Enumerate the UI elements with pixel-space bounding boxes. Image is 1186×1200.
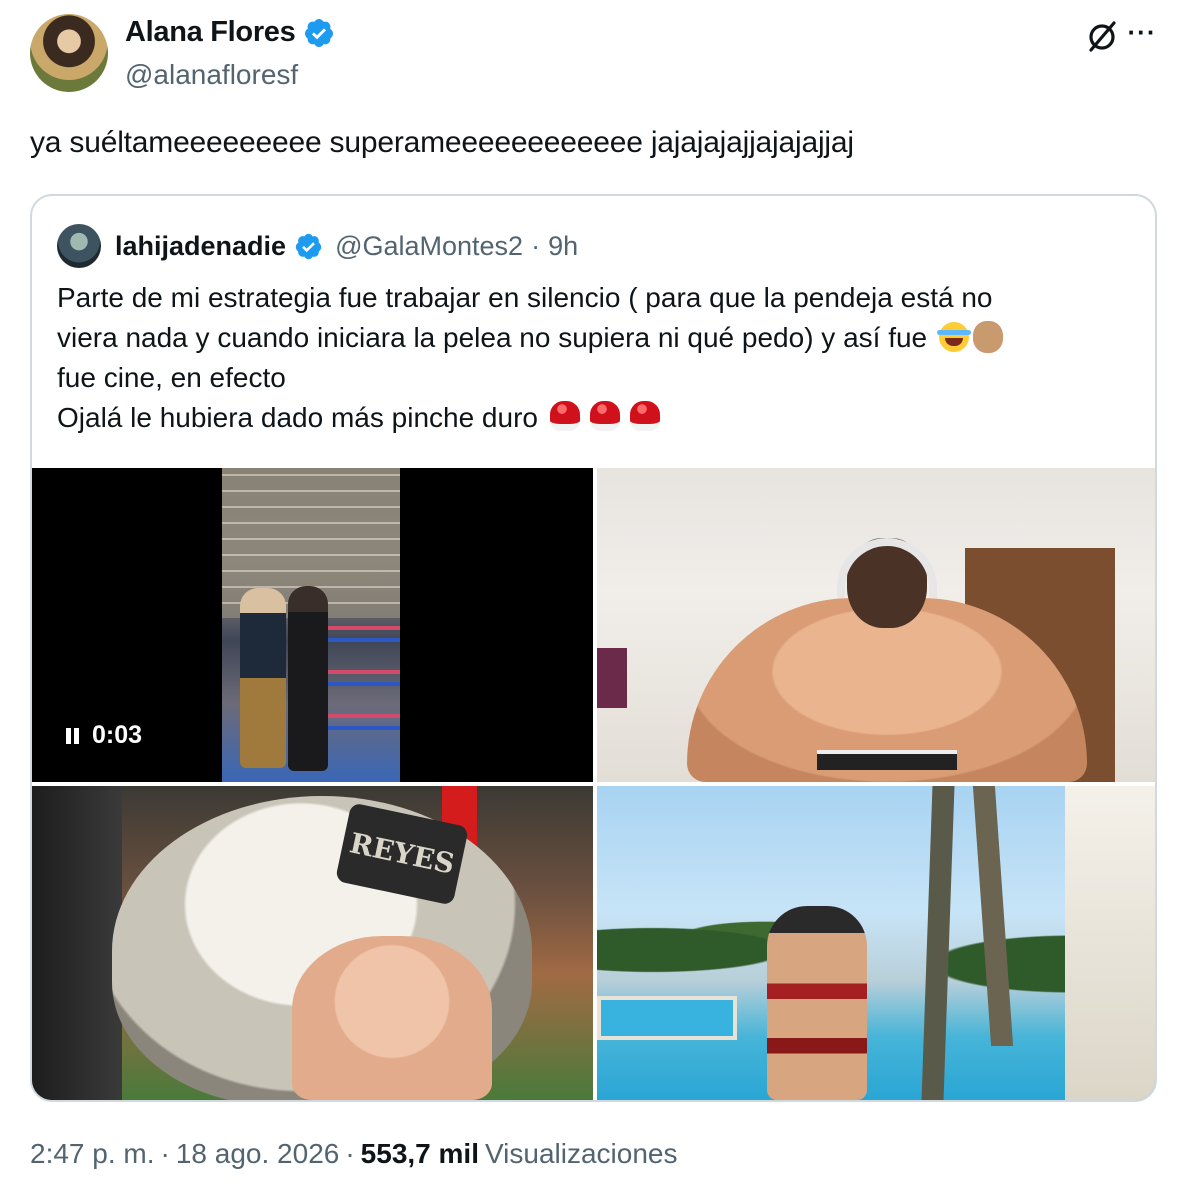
quoted-text-segment: Ojalá le hubiera dado más pinche duro [57, 402, 538, 433]
views-label[interactable]: Visualizaciones [485, 1138, 678, 1170]
video-frame [222, 468, 400, 782]
photo-tile-helmet[interactable]: REYES [32, 786, 593, 1100]
author-name-row: Alana Flores [125, 16, 335, 49]
quoted-text-line: Parte de mi estrategia fue trabajar en s… [57, 282, 993, 313]
more-icon[interactable]: ··· [1124, 18, 1160, 54]
author-name[interactable]: Alana Flores [125, 16, 296, 49]
headphones [837, 538, 937, 598]
photo-tile-pool[interactable] [597, 786, 1155, 1100]
photo-top-band [817, 750, 957, 770]
quoted-timestamp[interactable]: 9h [548, 231, 578, 262]
separator-dot: · [160, 1138, 170, 1169]
quoted-author-name[interactable]: lahijadenadie [115, 231, 286, 262]
photo-house [1065, 786, 1155, 1100]
face-with-tears-of-joy-icon [936, 322, 971, 352]
photo-arm [32, 786, 122, 1100]
tweet-footer: 2:47 p. m. · 18 ago. 2026 · 553,7 mil Vi… [30, 1138, 677, 1170]
boxing-glove-icon [629, 401, 660, 431]
tweet-header: Alana Flores @alanafloresf ··· [30, 14, 1160, 94]
ring-ropes [322, 598, 400, 748]
quoted-tweet[interactable]: lahijadenadie @GalaMontes2 · 9h Parte de… [30, 194, 1157, 1102]
coach-figure [240, 588, 286, 768]
video-tile[interactable]: 0:03 [32, 468, 593, 782]
separator-dot: · [531, 230, 541, 261]
photo-person [767, 906, 867, 1100]
quoted-text-line: fue cine, en efecto [57, 362, 286, 393]
video-duration: 0:03 [92, 721, 143, 749]
quoted-text-line: viera nada y cuando iniciara la pelea no… [57, 318, 1137, 358]
post-time[interactable]: 2:47 p. m. [30, 1138, 155, 1170]
tweet-text: ya suéltameeeeeeeee superameeeeeeeeeeee … [30, 126, 854, 159]
views-count[interactable]: 553,7 mil [361, 1138, 479, 1170]
boxer-figure [288, 586, 328, 771]
verified-badge-icon [305, 18, 334, 47]
photo-tile-flex[interactable] [597, 468, 1155, 782]
slashed-circle-icon[interactable] [1084, 18, 1120, 54]
verified-badge-icon [295, 233, 322, 259]
video-timer[interactable]: 0:03 [66, 721, 142, 750]
author-handle[interactable]: @alanafloresf [125, 59, 298, 91]
separator-dot: · [345, 1138, 355, 1169]
post-date[interactable]: 18 ago. 2026 [176, 1138, 340, 1170]
boxing-glove-icon [589, 401, 620, 431]
media-grid: 0:03 REYES [32, 468, 1155, 1100]
pinching-hand-icon [972, 321, 1003, 353]
pool [597, 996, 737, 1040]
photo-face [292, 936, 492, 1100]
author-avatar[interactable] [30, 14, 108, 92]
quoted-text-segment: viera nada y cuando iniciara la pelea no… [57, 322, 928, 353]
quoted-tweet-text: Parte de mi estrategia fue trabajar en s… [57, 278, 1137, 438]
photo-frame [597, 648, 627, 708]
boxing-glove-icon [549, 401, 580, 431]
quoted-author-handle[interactable]: @GalaMontes2 [335, 231, 523, 262]
quoted-tweet-header: lahijadenadie @GalaMontes2 · 9h [57, 224, 578, 268]
quoted-author-avatar[interactable] [57, 224, 101, 268]
pause-icon[interactable] [66, 727, 80, 744]
quoted-text-line: Ojalá le hubiera dado más pinche duro [57, 398, 1137, 438]
